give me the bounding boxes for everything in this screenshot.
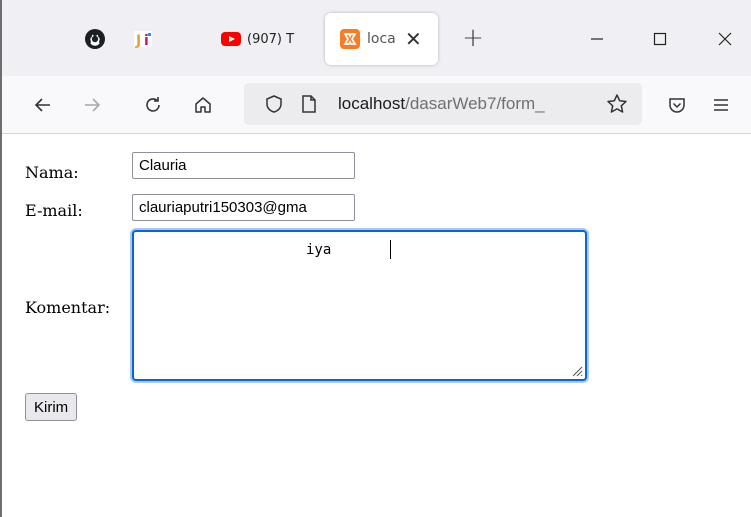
page-content: Nama: Clauria E-mail: clauriaputri150303… xyxy=(2,134,751,517)
kirim-button[interactable]: Kirim xyxy=(25,393,78,421)
forward-button[interactable] xyxy=(77,90,107,120)
github-icon xyxy=(84,28,106,50)
bookmark-star-icon[interactable] xyxy=(606,93,628,115)
tab-jetbrains[interactable]: Ji xyxy=(132,12,154,66)
close-tab-icon[interactable]: ✕ xyxy=(405,29,422,49)
komentar-textarea[interactable]: iya xyxy=(132,230,587,381)
hamburger-menu-icon xyxy=(714,99,728,111)
maximize-button[interactable] xyxy=(645,24,675,54)
pocket-button[interactable] xyxy=(662,90,692,120)
minimize-button[interactable] xyxy=(582,24,612,54)
youtube-icon xyxy=(220,28,242,50)
close-window-button[interactable] xyxy=(710,24,740,54)
new-tab-button[interactable]: + xyxy=(459,24,487,52)
url-path: /dasarWeb7/form_ xyxy=(405,94,545,113)
xampp-icon xyxy=(339,28,361,50)
back-button[interactable] xyxy=(28,90,58,120)
pocket-icon xyxy=(669,98,685,113)
menu-button[interactable] xyxy=(706,90,736,120)
home-button[interactable] xyxy=(188,90,218,120)
maximize-icon xyxy=(653,32,667,46)
shield-icon[interactable] xyxy=(264,94,284,114)
komentar-label: Komentar: xyxy=(25,298,111,317)
url-host: localhost xyxy=(338,94,406,113)
tab-youtube[interactable]: (907) T xyxy=(220,12,314,66)
page-icon[interactable] xyxy=(300,94,318,114)
minimize-icon xyxy=(591,38,603,40)
back-arrow-icon xyxy=(34,98,50,112)
navigation-bar: localhost/dasarWeb7/form_ xyxy=(2,76,751,134)
tab-youtube-title: (907) T xyxy=(247,31,295,47)
forward-arrow-icon xyxy=(85,98,101,112)
nama-input[interactable]: Clauria xyxy=(132,152,355,179)
reload-icon xyxy=(146,97,160,112)
nama-label: Nama: xyxy=(25,163,79,182)
tab-active-title: loca xyxy=(367,31,396,47)
email-input[interactable]: clauriaputri150303@gma xyxy=(132,194,355,221)
url-bar[interactable]: localhost/dasarWeb7/form_ xyxy=(244,83,642,125)
komentar-text: iya xyxy=(306,242,332,258)
tab-active-localhost[interactable]: loca ✕ xyxy=(325,13,438,65)
text-caret xyxy=(390,240,391,259)
resize-grip-icon[interactable] xyxy=(569,363,583,377)
jetbrains-icon: Ji xyxy=(132,28,154,50)
email-label: E-mail: xyxy=(25,201,83,220)
home-icon xyxy=(195,97,211,113)
tab-github[interactable] xyxy=(84,12,106,66)
reload-button[interactable] xyxy=(138,90,168,120)
close-icon xyxy=(718,32,732,46)
url-text[interactable]: localhost/dasarWeb7/form_ xyxy=(338,94,596,114)
tab-strip: Ji (907) T loca ✕ + xyxy=(2,0,751,76)
svg-text:J: J xyxy=(135,33,141,49)
